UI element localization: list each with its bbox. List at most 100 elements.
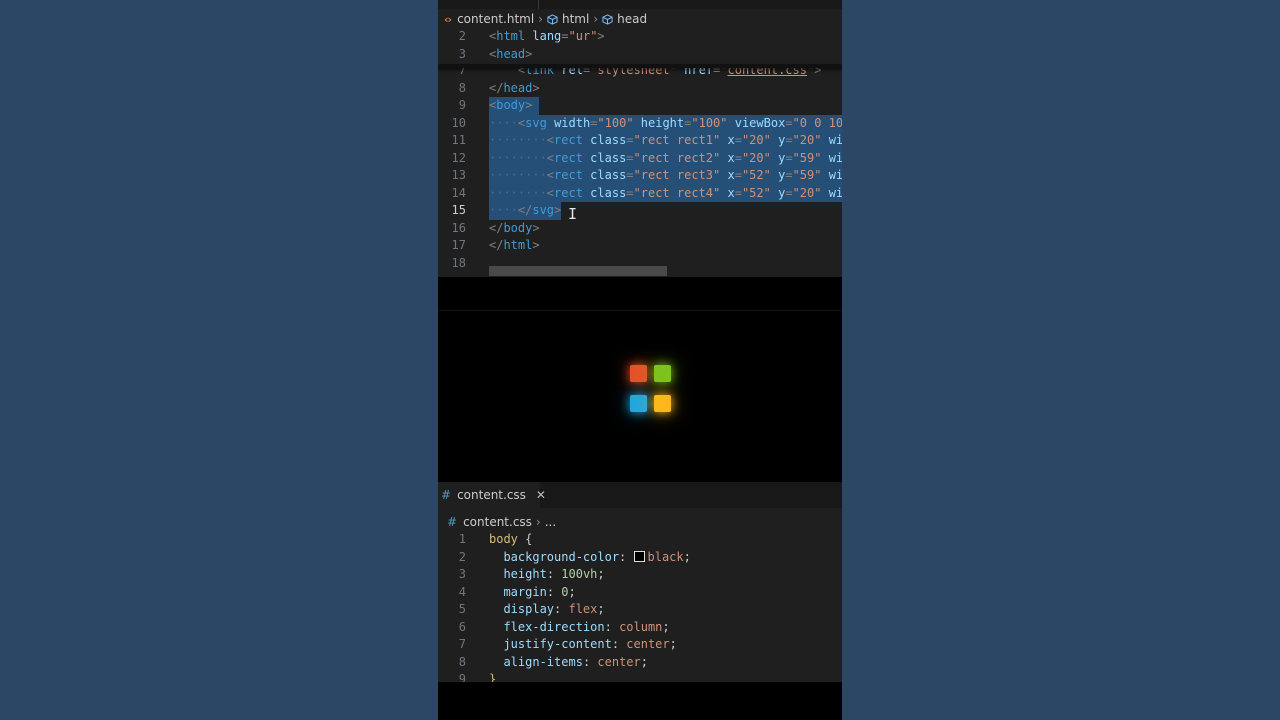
line-number: 5 <box>458 602 466 616</box>
token: </ <box>489 220 504 235</box>
token: = <box>785 168 793 182</box>
code-line[interactable]: 9 <body> <box>438 97 842 115</box>
breadcrumb-file[interactable]: content.html <box>457 12 534 26</box>
code-line[interactable]: 3 <head> <box>438 46 842 64</box>
code-text: align-items: center; <box>489 654 648 672</box>
css-editor[interactable]: # content.css ✕ # content.css › ... 1 bod… <box>438 482 842 682</box>
bottom-black-bar <box>438 682 842 720</box>
breadcrumb-head[interactable]: head <box>617 12 647 26</box>
code-text: body { <box>489 531 532 549</box>
horizontal-scrollbar[interactable] <box>489 266 667 276</box>
line-number: 2 <box>458 549 466 564</box>
breadcrumb-html[interactable]: html <box>562 12 589 26</box>
token: > <box>525 46 533 61</box>
token: body <box>489 532 518 546</box>
chevron-right-icon: › <box>538 12 543 26</box>
code-line[interactable]: 12 ········<rect class="rect rect2" x="20… <box>438 149 842 167</box>
line-number: 3 <box>458 46 466 61</box>
token: rect <box>554 133 583 147</box>
breadcrumb-more[interactable]: ... <box>545 515 556 529</box>
code-line[interactable]: 1 body { <box>438 531 842 549</box>
token: : <box>546 584 562 599</box>
color-swatch-icon[interactable] <box>633 550 645 562</box>
token: black <box>647 549 684 564</box>
token: 0 <box>561 584 569 599</box>
token: "52" <box>741 168 771 182</box>
text-cursor-icon: I <box>568 205 578 223</box>
code-line[interactable]: 11 ········<rect class="rect rect1" x="20… <box>438 132 842 150</box>
code-line[interactable]: 5 display: flex; <box>438 601 842 619</box>
token: "20" <box>741 150 771 165</box>
code-line[interactable]: 10 ····<svg width="100" height="100" view… <box>438 114 842 132</box>
token: align-items <box>503 654 583 669</box>
token: > <box>525 98 533 112</box>
code-line[interactable]: 15 ····</svg> <box>438 202 842 220</box>
close-icon[interactable]: ✕ <box>536 488 546 502</box>
token: = <box>626 185 634 200</box>
tab-content-css[interactable]: # content.css ✕ <box>438 482 546 508</box>
token: flex-direction <box>503 619 605 634</box>
token: ; <box>669 637 677 651</box>
token: ········ <box>489 150 547 165</box>
code-line[interactable]: 13 ········<rect class="rect rect3" x="52… <box>438 167 842 185</box>
code-line[interactable]: 2 <html lang="ur"> <box>438 28 842 46</box>
css-file-icon: # <box>447 514 458 529</box>
code-line[interactable]: 2 background-color: black; <box>438 549 842 567</box>
code-line[interactable]: 14 ········<rect class="rect rect4" x="52… <box>438 184 842 202</box>
line-number: 18 <box>451 255 466 270</box>
code-text: margin: 0; <box>489 584 575 602</box>
html-editor[interactable]: ‹› content.html › html › head 2 <html lan… <box>438 0 842 277</box>
token: rect <box>554 185 583 200</box>
square-yellow <box>654 395 671 412</box>
code-line[interactable]: 3 height: 100vh; <box>438 566 842 584</box>
code-line[interactable]: 8 </head> <box>438 80 842 98</box>
code-text: display: flex; <box>489 601 605 619</box>
token: rect <box>554 168 583 182</box>
code-text: <body> <box>489 97 532 115</box>
code-text: <html lang="ur"> <box>489 28 605 46</box>
code-line[interactable]: 7 justify-content: center; <box>438 636 842 654</box>
token: justify-content <box>503 637 612 651</box>
token: x <box>727 150 735 165</box>
code-line[interactable]: 4 margin: 0; <box>438 584 842 602</box>
code-line[interactable]: 8 align-items: center; <box>438 654 842 672</box>
token: { <box>517 532 533 546</box>
line-number: 9 <box>458 672 466 682</box>
token: > <box>532 220 540 235</box>
line-number: 14 <box>451 185 466 200</box>
token: "20" <box>792 185 822 200</box>
token: ; <box>597 602 605 616</box>
token: "rect rect4" <box>633 185 721 200</box>
line-number: 15 <box>451 203 466 217</box>
code-line[interactable]: 16 </body> <box>438 220 842 238</box>
line-number: 3 <box>458 567 466 581</box>
line-number: 13 <box>451 168 466 182</box>
chevron-right-icon: › <box>593 12 599 26</box>
token: body <box>496 98 526 112</box>
token: < <box>546 150 555 165</box>
breadcrumb-file[interactable]: content.css <box>463 515 532 529</box>
token: = <box>734 185 742 200</box>
square-blue <box>630 395 647 412</box>
line-number: 8 <box>458 80 466 95</box>
preview-divider <box>438 310 842 311</box>
token: class <box>590 133 627 147</box>
code-text: justify-content: center; <box>489 636 677 654</box>
token: } <box>489 672 497 682</box>
token: "20" <box>792 133 822 147</box>
code-line[interactable]: 9} <box>438 671 842 682</box>
line-number: 2 <box>458 29 466 43</box>
breadcrumb: ‹› content.html › html › head <box>438 9 842 29</box>
line-number: 7 <box>458 637 466 651</box>
line-number: 6 <box>458 619 466 634</box>
code-line[interactable]: 17 </html> <box>438 237 842 255</box>
token: lang <box>532 29 562 43</box>
code-line[interactable]: 6 flex-direction: column; <box>438 619 842 637</box>
